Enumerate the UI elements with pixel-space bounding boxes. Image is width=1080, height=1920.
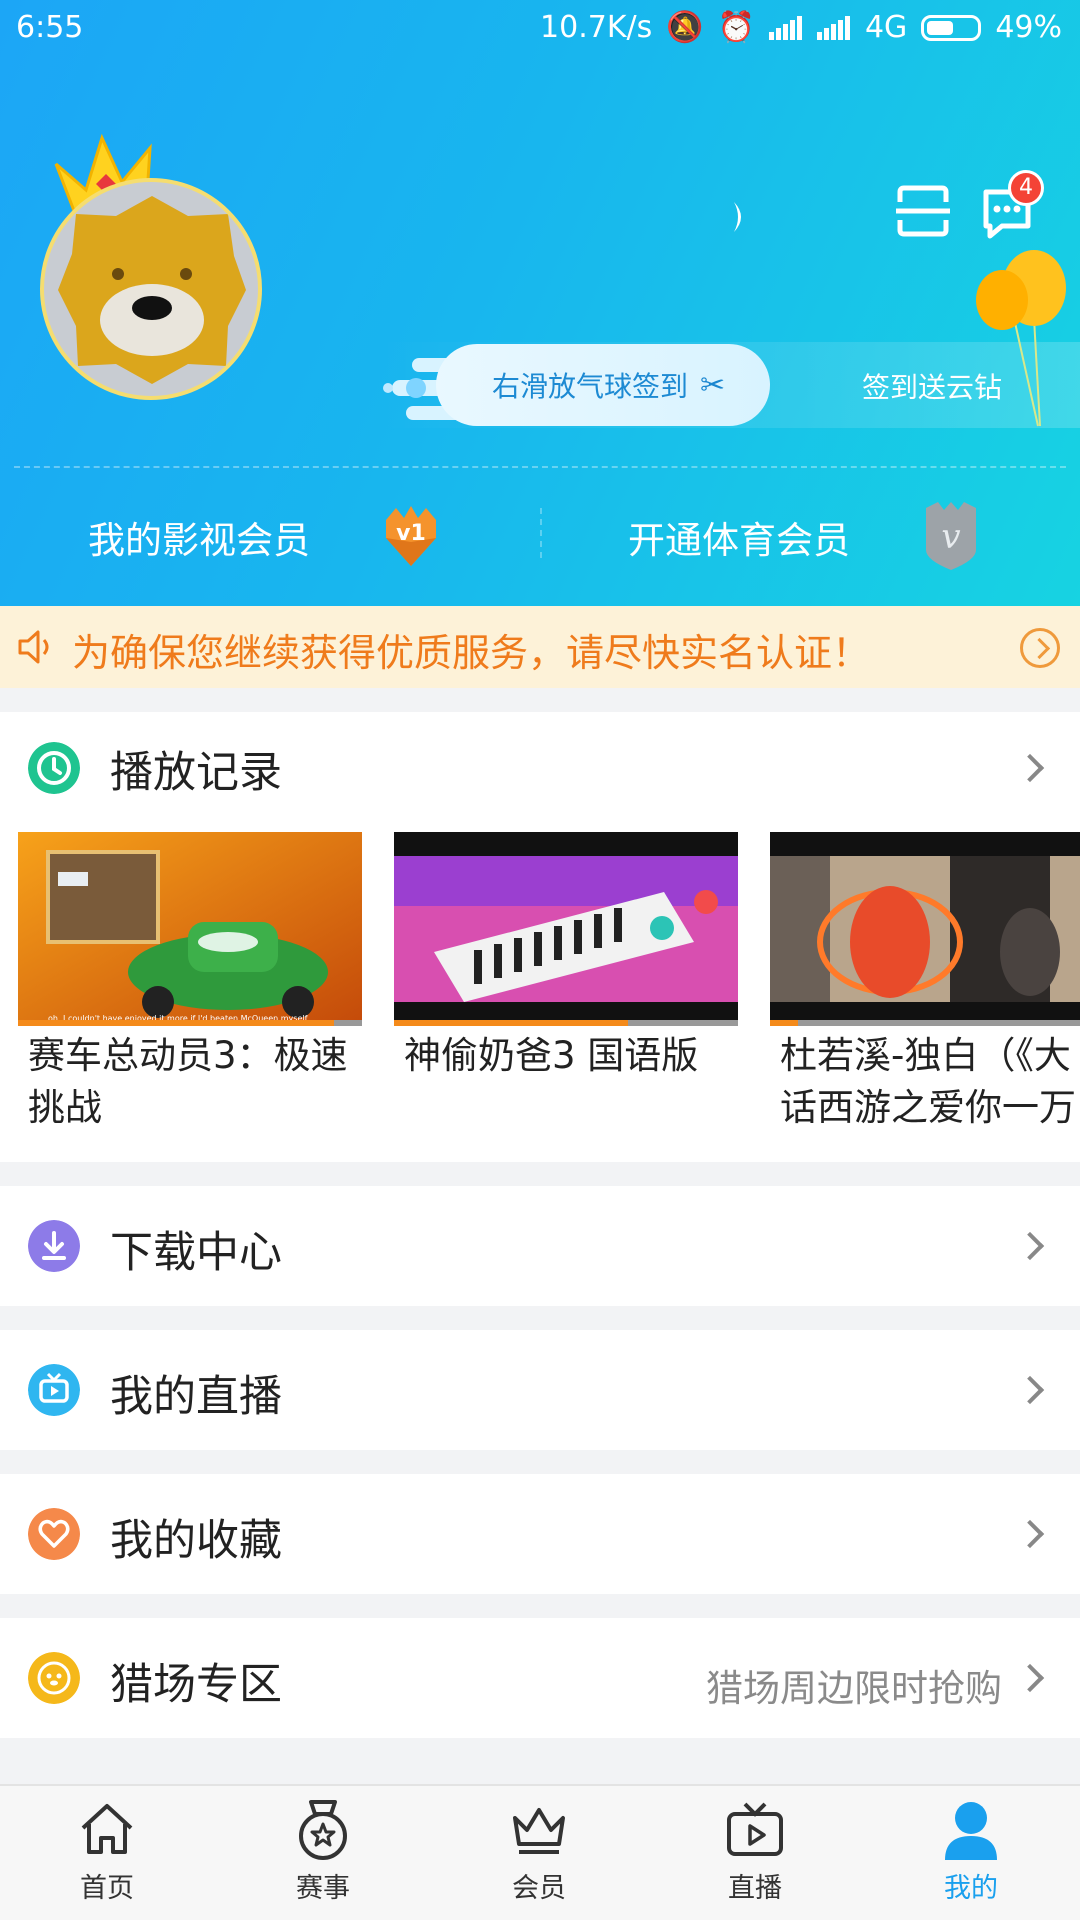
menu-label: 我的收藏: [110, 1516, 282, 1566]
tab-label: 直播: [728, 1873, 782, 1904]
mute-icon: 🔕: [666, 10, 704, 45]
user-avatar[interactable]: [36, 120, 266, 410]
tab-label: 我的: [944, 1873, 998, 1904]
alarm-icon: ⏰: [717, 10, 755, 45]
tv-icon: [28, 1364, 80, 1416]
tab-vip[interactable]: 会员: [474, 1798, 604, 1918]
signal-icon-2: [816, 15, 851, 40]
menu-row-download[interactable]: 下载中心: [0, 1186, 1080, 1306]
battery-icon: [921, 14, 982, 41]
checkin-reward: 签到送云钻: [862, 371, 1003, 404]
video-thumbnail[interactable]: [394, 832, 738, 1026]
speaker-icon: [18, 630, 49, 664]
vip-level-badge-icon: v1: [386, 506, 436, 566]
vip-sports-link[interactable]: 开通体育会员: [628, 510, 850, 564]
user-icon: [945, 1802, 997, 1860]
vip-divider: [540, 508, 542, 558]
menu-row-live[interactable]: 我的直播: [0, 1330, 1080, 1450]
message-badge: 4: [1008, 170, 1044, 206]
menu-row-hunting-zone[interactable]: 猎场专区 猎场周边限时抢购: [0, 1618, 1080, 1738]
status-time: 6:55: [16, 10, 84, 45]
tab-live[interactable]: 直播: [690, 1798, 820, 1918]
tab-profile[interactable]: 我的: [906, 1798, 1036, 1918]
svg-text:v: v: [941, 517, 960, 557]
lion-mascot-icon: [58, 196, 246, 384]
vip-video-link[interactable]: 我的影视会员: [88, 510, 310, 564]
signal-icon: [768, 15, 803, 40]
history-title: 播放记录: [110, 748, 282, 798]
heart-icon: [28, 1508, 80, 1560]
chevron-right-icon: [1015, 1375, 1045, 1405]
video-title[interactable]: 赛车总动员3：极速挑战: [28, 1030, 348, 1134]
svg-text:v1: v1: [396, 521, 426, 546]
video-title[interactable]: 杜若溪-独白（《大话西游之爱你一万年》: [780, 1030, 1080, 1140]
chevron-right-icon: [1015, 1663, 1045, 1693]
chevron-right-icon[interactable]: [1015, 753, 1045, 783]
crown-icon: [513, 1808, 565, 1854]
lion-icon: [28, 1652, 80, 1704]
despicable-me-thumbnail-image: [394, 832, 738, 1026]
medal-icon: [299, 1800, 347, 1860]
status-bar: 6:55 10.7K/s 🔕 ⏰ 4G 49%: [0, 0, 1080, 58]
profile-header: 6:55 10.7K/s 🔕 ⏰ 4G 49% 4 右滑放气球签到 ✂ 签到送云…: [0, 0, 1080, 606]
tab-home[interactable]: 首页: [42, 1798, 172, 1918]
verification-notice[interactable]: 为确保您继续获得优质服务，请尽快实名认证！: [0, 606, 1080, 688]
tab-label: 首页: [80, 1873, 134, 1904]
battery-level: 49%: [995, 10, 1062, 45]
network-type: 4G: [864, 10, 908, 45]
video-title[interactable]: 神偷奶爸3 国语版: [404, 1030, 724, 1082]
home-icon: [81, 1804, 133, 1854]
progress-bar: [770, 1020, 798, 1026]
checkin-label: 右滑放气球签到: [492, 370, 689, 403]
menu-row-favorites[interactable]: 我的收藏: [0, 1474, 1080, 1594]
music-video-thumbnail-image: [770, 832, 1080, 1026]
status-indicators: 10.7K/s 🔕 ⏰ 4G 49%: [540, 10, 1062, 45]
chevron-right-icon: [1015, 1519, 1045, 1549]
chevron-right-icon: [1015, 1231, 1045, 1261]
notice-text: 为确保您继续获得优质服务，请尽快实名认证！: [72, 631, 871, 675]
bottom-navigation: 首页 赛事 会员 直播 我的: [0, 1784, 1080, 1920]
play-history-section: 播放记录 oh, I couldn't have enjoyed it more…: [0, 712, 1080, 1162]
tab-label: 赛事: [296, 1873, 350, 1904]
progress-bar: [18, 1020, 335, 1026]
menu-label: 猎场专区: [110, 1660, 282, 1710]
cars-thumbnail-image: [18, 832, 362, 1026]
net-speed: 10.7K/s: [540, 10, 653, 45]
sports-vip-shield-icon: v: [926, 502, 976, 570]
download-icon: [28, 1220, 80, 1272]
scissors-icon: ✂: [700, 367, 726, 403]
checkin-slider[interactable]: 右滑放气球签到 ✂: [436, 344, 770, 426]
menu-hint: 猎场周边限时抢购: [706, 1667, 1002, 1710]
progress-bar: [394, 1020, 628, 1026]
video-thumbnail[interactable]: [770, 832, 1080, 1026]
menu-label: 我的直播: [110, 1372, 282, 1422]
clock-icon: [28, 742, 80, 794]
menu-label: 下载中心: [110, 1228, 282, 1278]
tab-events[interactable]: 赛事: [258, 1798, 388, 1918]
moon-icon: [734, 202, 741, 232]
scan-icon[interactable]: [894, 182, 952, 240]
video-thumbnail[interactable]: oh, I couldn't have enjoyed it more if I…: [18, 832, 362, 1026]
header-divider: [14, 466, 1066, 468]
progress-track: [770, 1020, 1080, 1026]
avatar: [40, 178, 262, 400]
arrow-right-circle-icon[interactable]: [1020, 628, 1060, 668]
tab-label: 会员: [512, 1873, 566, 1904]
live-tv-icon: [727, 1802, 783, 1856]
